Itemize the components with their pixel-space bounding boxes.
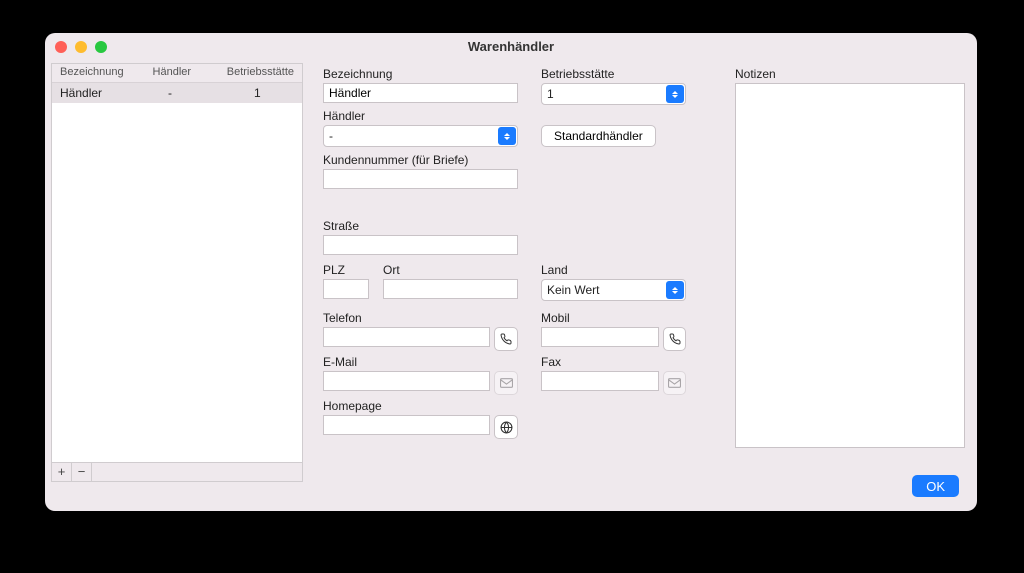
input-homepage[interactable] <box>323 415 490 435</box>
label-mobil: Mobil <box>541 311 686 325</box>
dealer-table: Bezeichnung Händler Betriebsstätte Händl… <box>51 63 303 463</box>
phone-icon <box>669 333 681 345</box>
mail-icon <box>668 378 681 388</box>
chevron-updown-icon <box>666 85 684 103</box>
label-ort: Ort <box>383 263 518 277</box>
table-header: Bezeichnung Händler Betriebsstätte <box>52 64 302 83</box>
cell-betriebsstaette: 1 <box>246 86 302 100</box>
label-plz: PLZ <box>323 263 379 277</box>
label-betriebsstaette: Betriebsstätte <box>541 67 686 81</box>
label-bezeichnung: Bezeichnung <box>323 67 518 81</box>
send-fax-button[interactable] <box>663 371 686 395</box>
window-controls <box>55 41 107 53</box>
globe-icon <box>500 421 513 434</box>
label-land: Land <box>541 263 686 277</box>
label-notizen: Notizen <box>735 67 965 81</box>
window: Warenhändler Bezeichnung Händler Betrieb… <box>45 33 977 511</box>
label-telefon: Telefon <box>323 311 518 325</box>
remove-button[interactable]: − <box>72 463 92 481</box>
th-betriebsstaette[interactable]: Betriebsstätte <box>219 64 302 82</box>
send-email-button[interactable] <box>494 371 518 395</box>
input-mobil[interactable] <box>541 327 659 347</box>
input-bezeichnung[interactable] <box>323 83 518 103</box>
label-kundennummer: Kundennummer (für Briefe) <box>323 153 518 167</box>
input-email[interactable] <box>323 371 490 391</box>
cell-bezeichnung: Händler <box>52 86 160 100</box>
label-strasse: Straße <box>323 219 518 233</box>
label-fax: Fax <box>541 355 686 369</box>
select-haendler[interactable]: - <box>323 125 518 147</box>
label-homepage: Homepage <box>323 399 518 413</box>
maximize-icon[interactable] <box>95 41 107 53</box>
input-strasse[interactable] <box>323 235 518 255</box>
notes-panel: Notizen <box>735 67 965 451</box>
content: Bezeichnung Händler Betriebsstätte Händl… <box>45 61 977 511</box>
call-mobile-button[interactable] <box>663 327 686 351</box>
select-betriebsstaette-value: 1 <box>547 87 554 101</box>
chevron-updown-icon <box>666 281 684 299</box>
input-kundennummer[interactable] <box>323 169 518 189</box>
ok-button[interactable]: OK <box>912 475 959 497</box>
chevron-updown-icon <box>498 127 516 145</box>
select-betriebsstaette[interactable]: 1 <box>541 83 686 105</box>
form: Bezeichnung Händler - Kundennummer (für … <box>323 67 965 461</box>
open-homepage-button[interactable] <box>494 415 518 439</box>
window-title: Warenhändler <box>468 39 554 54</box>
input-plz[interactable] <box>323 279 369 299</box>
label-email: E-Mail <box>323 355 518 369</box>
input-ort[interactable] <box>383 279 518 299</box>
select-land[interactable]: Kein Wert <box>541 279 686 301</box>
input-telefon[interactable] <box>323 327 490 347</box>
cell-haendler: - <box>160 86 246 100</box>
phone-icon <box>500 333 512 345</box>
standard-dealer-button[interactable]: Standardhändler <box>541 125 656 147</box>
select-land-value: Kein Wert <box>547 283 599 297</box>
titlebar: Warenhändler <box>45 33 977 61</box>
table-footer: + − <box>51 463 303 482</box>
close-icon[interactable] <box>55 41 67 53</box>
table-row[interactable]: Händler - 1 <box>52 83 302 103</box>
add-button[interactable]: + <box>52 463 72 481</box>
minimize-icon[interactable] <box>75 41 87 53</box>
mail-icon <box>500 378 513 388</box>
select-haendler-value: - <box>329 129 333 143</box>
th-haendler[interactable]: Händler <box>145 64 219 82</box>
input-notizen[interactable] <box>735 83 965 448</box>
input-fax[interactable] <box>541 371 659 391</box>
call-button[interactable] <box>494 327 518 351</box>
th-bezeichnung[interactable]: Bezeichnung <box>52 64 145 82</box>
label-haendler: Händler <box>323 109 518 123</box>
